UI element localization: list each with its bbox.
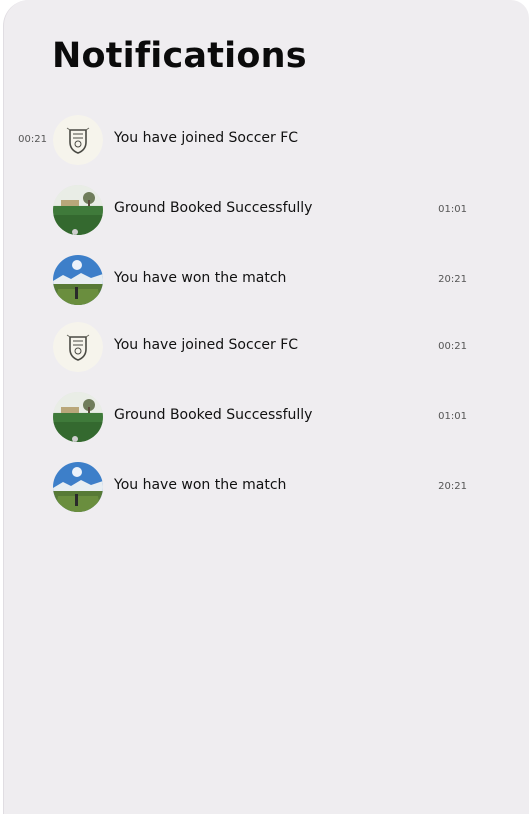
- notification-item[interactable]: Ground Booked Successfully 01:01: [53, 185, 473, 235]
- notification-item[interactable]: Ground Booked Successfully 01:01: [53, 392, 473, 442]
- ground-photo-icon: [53, 392, 103, 442]
- notification-time: 00:21: [18, 134, 47, 145]
- notification-time: 00:21: [438, 341, 467, 352]
- notification-time: 20:21: [438, 481, 467, 492]
- notification-time: 01:01: [438, 411, 467, 422]
- notifications-panel: Notifications You have joined Soccer FC …: [3, 0, 529, 814]
- club-crest-icon: [53, 322, 103, 372]
- notification-message: You have won the match: [114, 477, 287, 493]
- notification-item[interactable]: You have won the match 20:21: [53, 462, 473, 512]
- notification-message: You have won the match: [114, 270, 287, 286]
- notification-message: Ground Booked Successfully: [114, 407, 313, 423]
- notification-item[interactable]: You have joined Soccer FC 00:21: [53, 322, 473, 372]
- notification-message: You have joined Soccer FC: [114, 337, 299, 353]
- notification-message: Ground Booked Successfully: [114, 200, 313, 216]
- page-title: Notifications: [52, 36, 307, 76]
- notification-time: 01:01: [438, 204, 467, 215]
- notification-item[interactable]: You have won the match 20:21: [53, 255, 473, 305]
- match-photo-icon: [53, 255, 103, 305]
- club-crest-icon: [53, 115, 103, 165]
- ground-photo-icon: [53, 185, 103, 235]
- notification-message: You have joined Soccer FC: [114, 130, 299, 146]
- notification-time: 20:21: [438, 274, 467, 285]
- match-photo-icon: [53, 462, 103, 512]
